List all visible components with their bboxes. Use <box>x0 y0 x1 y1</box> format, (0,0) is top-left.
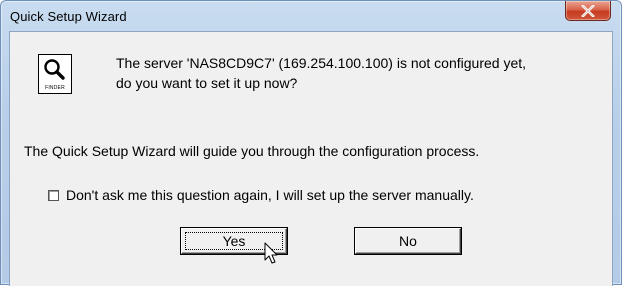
finder-icon-label: FINDER <box>45 85 65 91</box>
dialog-body: FINDER The server 'NAS8CD9C7' (169.254.1… <box>9 31 613 286</box>
title-bar[interactable]: Quick Setup Wizard <box>1 1 621 31</box>
question-text: The server 'NAS8CD9C7' (169.254.100.100)… <box>116 53 596 93</box>
question-line-1: The server 'NAS8CD9C7' (169.254.100.100)… <box>116 55 527 71</box>
question-line-2: do you want to set it up now? <box>116 75 298 91</box>
window-title: Quick Setup Wizard <box>10 9 127 24</box>
yes-button-label: Yes <box>222 233 246 249</box>
no-button-label: No <box>399 233 417 249</box>
magnifier-icon <box>44 59 65 80</box>
checkbox-label[interactable]: Don't ask me this question again, I will… <box>66 187 474 203</box>
finder-icon: FINDER <box>38 54 72 94</box>
info-text: The Quick Setup Wizard will guide you th… <box>24 143 480 159</box>
dialog-window: Quick Setup Wizard FINDER The server 'NA… <box>0 0 622 286</box>
checkbox-box[interactable] <box>48 189 59 201</box>
dont-ask-again-checkbox[interactable]: Don't ask me this question again, I will… <box>48 187 474 203</box>
no-button[interactable]: No <box>355 228 461 254</box>
yes-button[interactable]: Yes <box>181 228 287 254</box>
close-icon <box>581 4 595 17</box>
close-button[interactable] <box>565 1 611 21</box>
